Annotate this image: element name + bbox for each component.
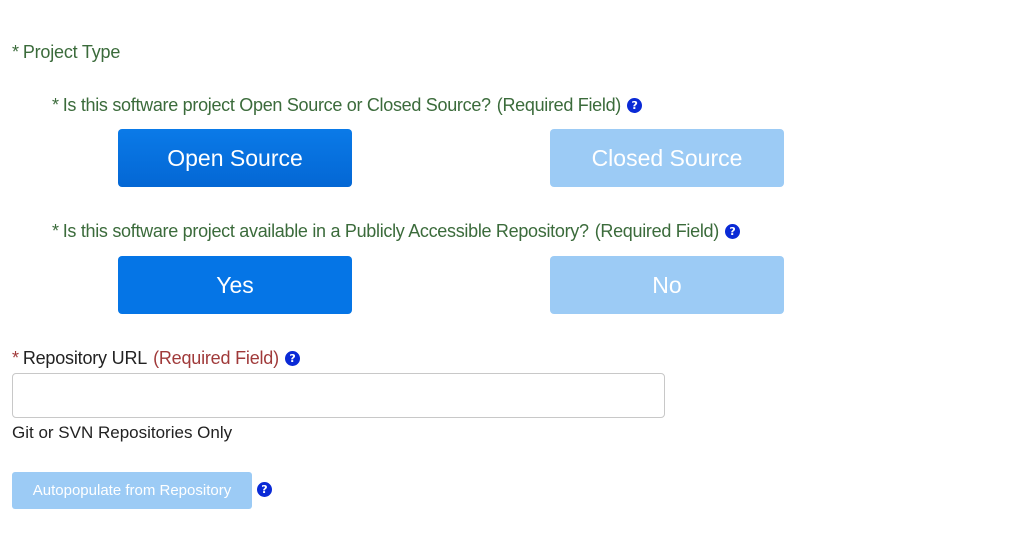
repository-url-label-text: Repository URL bbox=[22, 348, 148, 368]
required-field-note: (Required Field) bbox=[153, 348, 279, 368]
required-field-note: (Required Field) bbox=[496, 95, 622, 115]
autopopulate-button[interactable]: Autopopulate from Repository bbox=[12, 472, 252, 509]
open-closed-question: * Is this software project Open Source o… bbox=[52, 95, 642, 116]
public-repo-question-text: Is this software project available in a … bbox=[62, 221, 589, 241]
question-circle-icon[interactable]: ? bbox=[724, 224, 740, 239]
yes-button[interactable]: Yes bbox=[118, 256, 352, 314]
closed-source-button[interactable]: Closed Source bbox=[550, 129, 784, 187]
project-type-form: * Project Type * Is this software project… bbox=[0, 0, 1010, 553]
repository-hint: Git or SVN Repositories Only bbox=[12, 423, 233, 442]
required-asterisk: * bbox=[52, 221, 59, 241]
open-source-button[interactable]: Open Source bbox=[118, 129, 352, 187]
question-circle-icon[interactable]: ? bbox=[257, 482, 272, 497]
no-button[interactable]: No bbox=[550, 256, 784, 314]
repository-url-label: * Repository URL (Required Field) ? bbox=[12, 348, 300, 369]
question-circle-icon[interactable]: ? bbox=[284, 351, 300, 366]
required-asterisk: * bbox=[52, 95, 59, 115]
project-type-label: Project Type bbox=[22, 42, 121, 62]
public-repo-question: * Is this software project available in … bbox=[52, 221, 740, 242]
open-closed-question-text: Is this software project Open Source or … bbox=[62, 95, 491, 115]
repository-url-input[interactable] bbox=[12, 373, 665, 418]
required-asterisk: * bbox=[12, 348, 19, 368]
required-asterisk: * bbox=[12, 42, 19, 62]
required-field-note: (Required Field) bbox=[594, 221, 720, 241]
project-type-heading: * Project Type bbox=[12, 42, 120, 63]
question-circle-icon[interactable]: ? bbox=[627, 98, 642, 113]
